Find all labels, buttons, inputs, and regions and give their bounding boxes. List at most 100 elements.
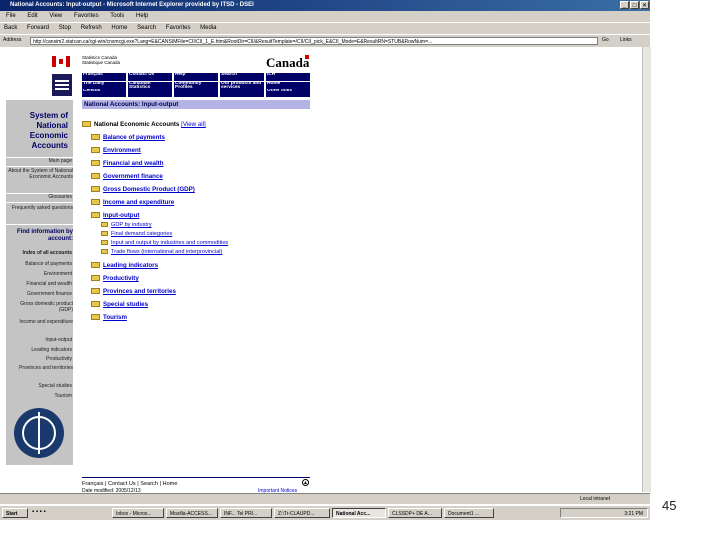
tree-link-trade-flows[interactable]: Trade flows (international and interprov… [111,249,222,255]
tree-link-productivity[interactable]: Productivity [103,275,139,282]
menu-help[interactable]: Help [136,13,148,19]
sidebar-item-main-page[interactable]: Main page [49,158,72,165]
sidebar-item-productivity[interactable]: Productivity [46,356,72,363]
close-button[interactable]: × [640,1,649,9]
task-mozilla[interactable]: Mozilla-ACCESS... [166,508,218,518]
nav-ich[interactable]: ICH [266,73,310,81]
start-button[interactable]: Start [2,508,28,518]
nav-contact-us[interactable]: Contact Us [128,73,172,81]
media-button[interactable]: Media [200,25,216,31]
tree-link-financial-wealth[interactable]: Financial and wealth [103,160,164,167]
sidebar-heading-find: Find information by account: [17,229,73,242]
sidebar-item-government-finance[interactable]: Government finance [27,291,72,298]
status-bar: Local intranet [0,493,650,504]
folder-icon [101,231,108,236]
tree-item: Financial and wealth [91,160,164,168]
sidebar-item-tourism[interactable]: Tourism [54,393,72,400]
address-label: Address [3,37,22,43]
nav-help[interactable]: Help [174,73,218,81]
tree-link-gdp[interactable]: Gross Domestic Product (GDP) [103,186,195,193]
outlook-icon[interactable]: ▪ [36,509,38,515]
tree-link-income-expenditure[interactable]: Income and expenditure [103,199,174,206]
sidebar-title: System of National Economic Accounts [29,111,68,150]
back-to-top-icon[interactable]: ▲ [302,479,309,486]
maximize-button[interactable]: □ [630,1,639,9]
favorites-button[interactable]: Favorites [166,25,191,31]
menu-file[interactable]: File [6,13,16,19]
tree-link-leading-indicators[interactable]: Leading indicators [103,262,158,269]
tree-link-special-studies[interactable]: Special studies [103,301,148,308]
sidebar-item-input-output[interactable]: Input-output [45,337,72,344]
task-tel[interactable]: INF... Tel PRI... [220,508,272,518]
sidebar-item-balance-of-payments[interactable]: Balance of payments [25,261,72,268]
task-clssdp[interactable]: CLSSDP+ DE A... [388,508,442,518]
tree-subitem: GDP by industry [101,221,152,229]
menu-tools[interactable]: Tools [110,13,124,19]
tree-link-environment[interactable]: Environment [103,147,141,154]
links-button[interactable]: Links [620,37,632,43]
sidebar-item-financial-wealth[interactable]: Financial and wealth [26,281,72,288]
tree-link-gdp-by-industry[interactable]: GDP by industry [111,222,152,228]
folder-icon [101,249,108,254]
tree-link-provinces[interactable]: Provinces and territories [103,288,176,295]
address-input[interactable]: http://cansim2.statcan.ca/cgi-win/cnsmcg… [30,37,598,45]
task-explorer[interactable]: Z:\Tr-CLAUPD... [274,508,330,518]
nav-canadian-statistics[interactable]: Canadian Statistics [128,82,172,97]
sidebar-item-income-expenditure[interactable]: Income and expenditure [7,319,73,326]
nav-francais[interactable]: Français [82,73,126,81]
tree-link-balance-of-payments[interactable]: Balance of payments [103,134,165,141]
search-button[interactable]: Search [137,25,156,31]
tree-subitem: Input and output by industries and commo… [101,239,228,247]
footer-links[interactable]: Français | Contact Us | Search | Home [82,481,177,487]
sidebar-item-glossaries[interactable]: Glossaries [48,194,72,201]
folder-icon [91,275,100,281]
ie-icon[interactable]: ▪ [40,509,42,515]
sidebar-item-index[interactable]: Index of all accounts [23,250,72,257]
nav-census[interactable]: Census [82,89,126,97]
home-button[interactable]: Home [111,25,127,31]
minimize-button[interactable]: _ [620,1,629,9]
sidebar-item-special-studies[interactable]: Special studies [38,383,72,390]
folder-icon [91,160,100,166]
window-title-bar: National Accounts: Input-output - Micros… [0,0,650,11]
sidebar-item-environment[interactable]: Environment [44,271,72,278]
back-button[interactable]: Back [4,25,17,31]
tree-link-government-finance[interactable]: Government finance [103,173,163,180]
nav-search[interactable]: Search [220,73,264,81]
vertical-scrollbar[interactable] [642,47,651,492]
menu-view[interactable]: View [49,13,62,19]
view-all-link[interactable]: [View all] [181,121,206,128]
sidebar-item-faq[interactable]: Frequently asked questions [7,205,73,212]
nav-community-profiles[interactable]: Community Profiles [174,82,218,97]
menu-favorites[interactable]: Favorites [74,13,99,19]
address-bar: Address http://cansim2.statcan.ca/cgi-wi… [0,34,650,48]
sidebar-item-about[interactable]: About the System of National Economic Ac… [7,168,73,180]
go-button[interactable]: Go [602,37,609,43]
sidebar-item-provinces[interactable]: Provinces and territories [7,365,73,372]
nav-other-links[interactable]: Other links [266,89,310,97]
folder-icon [101,240,108,245]
menu-edit[interactable]: Edit [27,13,37,19]
folder-icon [91,186,100,192]
stop-button[interactable]: Stop [59,25,71,31]
tree-link-tourism[interactable]: Tourism [103,314,127,321]
task-inbox[interactable]: Inbox - Micros... [112,508,164,518]
tree-link-input-output[interactable]: Input-output [103,212,139,219]
sidebar-item-leading-indicators[interactable]: Leading indicators [31,347,72,354]
task-national-accounts[interactable]: National Acc... [332,508,386,518]
sidebar-item-gdp[interactable]: Gross domestic product (GDP) [7,301,73,313]
word-icon[interactable]: ▪ [43,509,45,515]
refresh-button[interactable]: Refresh [81,25,102,31]
quick-launch-icons[interactable]: ▪ ▪ ▪ ▪ [32,509,107,517]
statcan-fr: Statistique Canada [82,60,121,65]
tree-item: Provinces and territories [91,288,176,296]
tree-link-final-demand[interactable]: Final demand categories [111,231,172,237]
folder-icon [91,173,100,179]
wordmark-flag-icon [305,55,309,59]
task-document1[interactable]: Document1 ... [444,508,494,518]
tree-link-input-output-commodities[interactable]: Input and output by industries and commo… [111,240,228,246]
tree-item: Government finance [91,173,163,181]
nav-products-services[interactable]: Our products and services [220,82,264,97]
forward-button[interactable]: Forward [27,25,49,31]
desktop-icon[interactable]: ▪ [32,509,34,515]
